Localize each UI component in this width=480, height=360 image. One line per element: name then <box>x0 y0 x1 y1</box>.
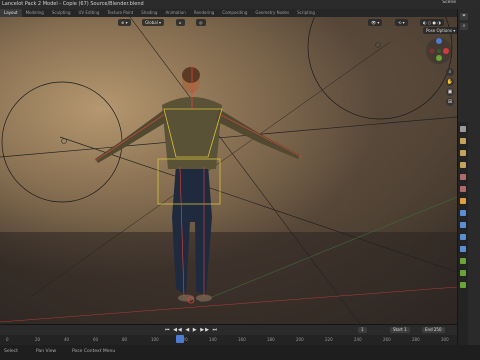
properties-tab-constraints-icon[interactable] <box>460 246 466 252</box>
workspace-tab-uv-editing[interactable]: UV Editing <box>75 9 104 17</box>
bone-arm-left[interactable] <box>94 113 166 162</box>
snap-toggle[interactable]: ⌂ <box>176 19 185 26</box>
ruler-tick-label: 180 <box>267 337 275 342</box>
floor-shadow <box>0 232 457 324</box>
ruler-tick-label: 160 <box>238 337 246 342</box>
properties-tab-view-layer-icon[interactable] <box>460 162 466 168</box>
pose-options-dropdown[interactable]: Pose Options ▾ <box>423 27 459 34</box>
properties-tab-particles-icon[interactable] <box>460 222 466 228</box>
ruler-tick-label: 0 <box>6 337 9 342</box>
3d-viewport[interactable] <box>0 17 457 324</box>
workspace-tab-layout[interactable]: Layout <box>0 9 22 17</box>
properties-tab-scene-icon[interactable] <box>460 174 466 180</box>
ruler-tick-label: 140 <box>209 337 217 342</box>
transform-orientation-dropdown[interactable]: Global ▾ <box>142 19 165 26</box>
end-value: 250 <box>433 327 442 332</box>
end-frame-field[interactable]: End 250 <box>422 327 445 333</box>
properties-tab-output-icon[interactable] <box>460 150 466 156</box>
outliner-filter-icon[interactable]: ⏷ <box>460 13 468 20</box>
ruler-tick-label: 280 <box>412 337 420 342</box>
properties-tab-physics-icon[interactable] <box>460 234 466 240</box>
status-select: Select <box>4 349 18 354</box>
navigation-gizmo[interactable] <box>424 36 454 66</box>
workspace-tab-shading[interactable]: Shading <box>137 9 161 17</box>
workspace-tabs: Layout Modeling Sculpting UV Editing Texture… <box>0 9 480 17</box>
character-shoe-left <box>178 294 194 302</box>
workspace-tab-rendering[interactable]: Rendering <box>190 9 218 17</box>
workspace-tab-geometry-nodes[interactable]: Geometry Nodes <box>251 9 293 17</box>
transform-orientation-label: Global <box>145 20 158 25</box>
workspace-tab-scripting[interactable]: Scripting <box>293 9 319 17</box>
perspective-toggle-icon[interactable]: ⊞ <box>446 98 454 106</box>
status-pan-view: Pan View <box>36 349 57 354</box>
properties-tab-data-icon[interactable] <box>460 258 466 264</box>
gizmo-y-axis[interactable] <box>436 55 442 61</box>
outliner-search-icon[interactable]: ⌕ <box>460 23 468 30</box>
pan-icon[interactable]: ✋ <box>446 78 454 86</box>
visibility-dropdown[interactable]: 👁 ▾ <box>368 19 383 26</box>
ruler-tick-label: 20 <box>35 337 41 342</box>
character-arm-left <box>95 109 168 163</box>
properties-tabs <box>458 122 468 354</box>
scene-name: Scene <box>442 0 456 5</box>
properties-tab-object-icon[interactable] <box>460 198 466 204</box>
frame-ruler[interactable]: 0204060801001201401601802002202402602803… <box>0 335 457 345</box>
zoom-icon[interactable]: ⌕ <box>446 68 454 76</box>
bone-arm-right[interactable] <box>218 113 303 158</box>
character-hair <box>182 67 200 83</box>
workspace-tab-sculpting[interactable]: Sculpting <box>48 9 75 17</box>
gizmo-x-axis[interactable] <box>443 48 449 54</box>
gizmo-toggle[interactable]: ⟲ ▾ <box>395 19 408 26</box>
properties-tab-bone-constraint-icon[interactable] <box>460 282 466 288</box>
properties-tab-bone-icon[interactable] <box>460 270 466 276</box>
shading-mode-buttons[interactable]: ◐ ○ ● ◑ <box>420 19 444 26</box>
ruler-tick-label: 220 <box>325 337 333 342</box>
playback-controls[interactable]: ⏮ ◀◀ ◀ ▶ ▶▶ ⏭ <box>165 327 218 333</box>
camera-view-icon[interactable]: ▣ <box>446 88 454 96</box>
workspace-tab-animation[interactable]: Animation <box>161 9 189 17</box>
playhead[interactable] <box>176 335 184 343</box>
properties-tab-tool-icon[interactable] <box>460 126 466 132</box>
workspace-tab-modeling[interactable]: Modeling <box>22 9 48 17</box>
ruler-tick-label: 260 <box>383 337 391 342</box>
start-frame-field[interactable]: Start 1 <box>390 327 410 333</box>
pose-options-label: Pose Options <box>426 28 452 33</box>
start-value: 1 <box>404 327 407 332</box>
ruler-tick-label: 80 <box>122 337 128 342</box>
current-frame-value: 1 <box>361 327 364 332</box>
properties-tab-world-icon[interactable] <box>460 186 466 192</box>
workspace-tab-texture-paint[interactable]: Texture Paint <box>103 9 137 17</box>
ruler-tick-label: 300 <box>441 337 449 342</box>
end-label: End <box>425 327 433 332</box>
ruler-tick-label: 100 <box>151 337 159 342</box>
start-label: Start <box>393 327 403 332</box>
window-title-bar: Lancelot Pack 2 Model - Copie (67) Sourc… <box>0 0 480 9</box>
pivot-dropdown[interactable]: ⊕ ▾ <box>118 19 131 26</box>
ruler-tick-label: 40 <box>64 337 70 342</box>
workspace-tab-compositing[interactable]: Compositing <box>218 9 251 17</box>
ruler-tick-label: 60 <box>93 337 99 342</box>
scene-selector[interactable]: Scene <box>442 0 456 5</box>
status-context-menu: Pose Context Menu <box>72 349 116 354</box>
properties-tab-render-icon[interactable] <box>460 138 466 144</box>
ruler-tick-label: 200 <box>296 337 304 342</box>
gizmo-z-axis[interactable] <box>436 38 442 44</box>
window-title: Lancelot Pack 2 Model - Copie (67) Sourc… <box>2 1 144 7</box>
properties-tab-modifier-icon[interactable] <box>460 210 466 216</box>
status-bar: Select Pan View Pose Context Menu <box>0 345 480 360</box>
viewport-scene <box>0 17 457 324</box>
current-frame-field[interactable]: 1 <box>358 327 367 333</box>
proportional-edit-toggle[interactable]: ◎ <box>196 19 206 26</box>
ruler-tick-label: 240 <box>354 337 362 342</box>
